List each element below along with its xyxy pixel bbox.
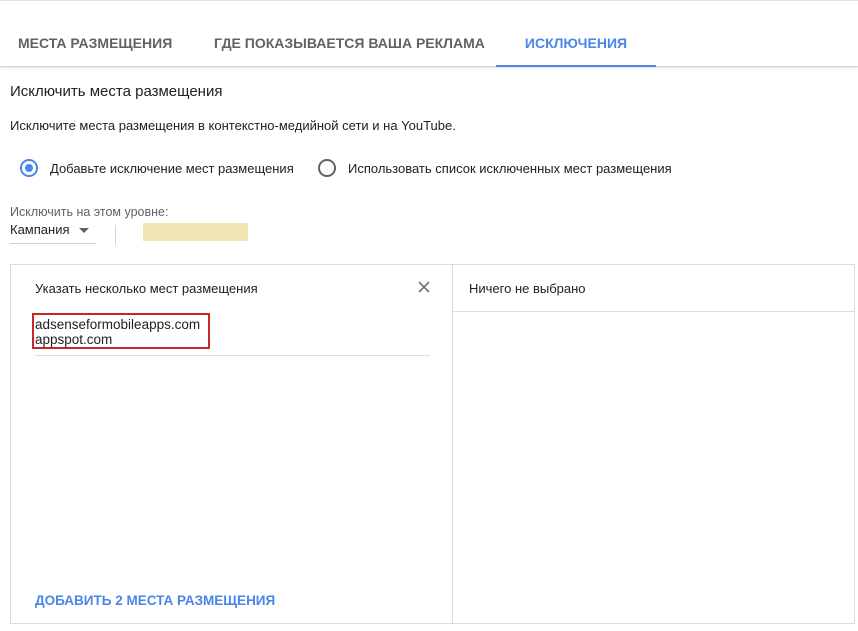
placement-entry: appspot.com: [35, 332, 113, 347]
placements-textarea[interactable]: adsenseformobileapps.com appspot.com: [35, 317, 430, 356]
radio-unchecked-icon[interactable]: [318, 159, 336, 177]
campaign-name-redacted: [143, 223, 248, 241]
selected-placements-panel: Ничего не выбрано: [453, 264, 855, 624]
section-description: Исключите места размещения в контекстно-…: [10, 118, 456, 133]
radio-label-use-list: Использовать список исключенных мест раз…: [348, 160, 672, 176]
add-placements-button[interactable]: ДОБАВИТЬ 2 МЕСТА РАЗМЕЩЕНИЯ: [35, 593, 275, 608]
close-icon[interactable]: [416, 279, 432, 295]
selected-panel-header: Ничего не выбрано: [453, 265, 854, 312]
selected-panel-title: Ничего не выбрано: [469, 281, 586, 296]
placement-entry-panel: Указать несколько мест размещения adsens…: [10, 264, 453, 624]
radio-option-add-exclusion[interactable]: Добавьте исключение мест размещения: [20, 157, 294, 179]
divider: [115, 225, 116, 245]
tab-bar: МЕСТА РАЗМЕЩЕНИЯ ГДЕ ПОКАЗЫВАЕТСЯ ВАША Р…: [0, 4, 858, 67]
level-dropdown[interactable]: Кампания: [10, 219, 96, 244]
level-dropdown-value: Кампания: [10, 222, 70, 237]
tab-placements[interactable]: МЕСТА РАЗМЕЩЕНИЯ: [18, 4, 172, 66]
radio-label-add-exclusion: Добавьте исключение мест размещения: [50, 160, 294, 176]
active-tab-indicator: [496, 65, 656, 67]
radio-checked-icon[interactable]: [20, 159, 38, 177]
dropdown-arrow-icon: [79, 228, 89, 233]
radio-option-use-list[interactable]: Использовать список исключенных мест раз…: [318, 157, 672, 179]
tab-where-ads-showed[interactable]: ГДЕ ПОКАЗЫВАЕТСЯ ВАША РЕКЛАМА: [214, 4, 485, 66]
entry-panel-title: Указать несколько мест размещения: [35, 281, 258, 296]
section-title: Исключить места размещения: [10, 83, 223, 100]
tab-exclusions[interactable]: ИСКЛЮЧЕНИЯ: [496, 4, 656, 66]
level-label: Исключить на этом уровне:: [10, 205, 169, 219]
placement-entry: adsenseformobileapps.com: [35, 317, 201, 332]
